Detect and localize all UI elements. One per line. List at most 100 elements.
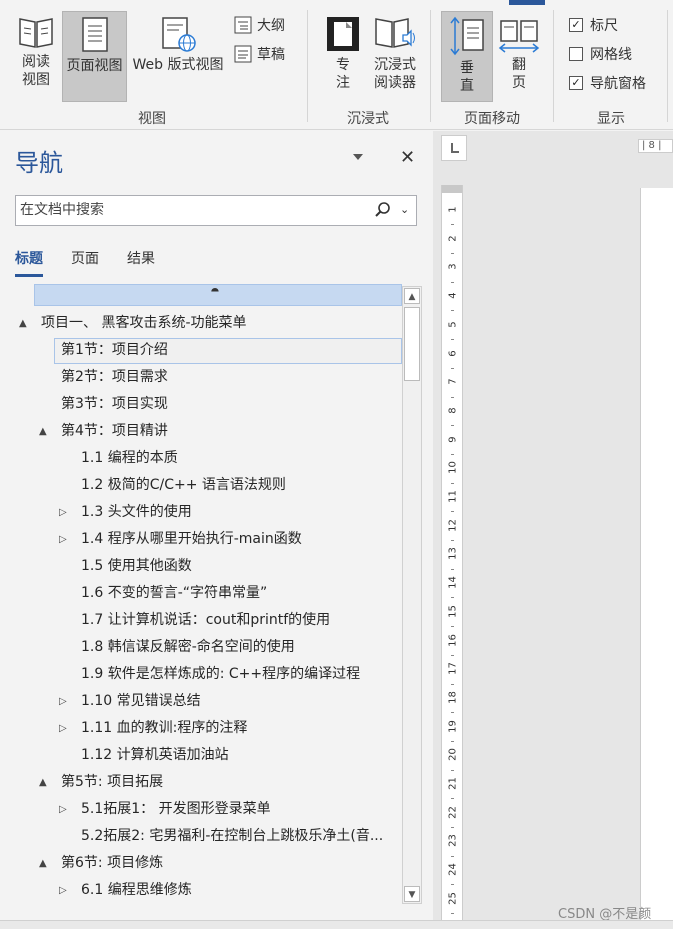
- scroll-thumb[interactable]: [404, 307, 420, 381]
- read-mode-button[interactable]: 阅读 视图: [12, 14, 60, 100]
- close-icon[interactable]: ✕: [400, 147, 415, 168]
- expand-icon[interactable]: ▷: [59, 796, 67, 823]
- tree-item[interactable]: ▲ 第6节: 项目修炼: [15, 850, 402, 877]
- tree-item[interactable]: 1.7 让计算机说话：cout和printf的使用: [15, 607, 402, 634]
- tree-item-label: 1.11 血的教训:程序的注释: [81, 720, 248, 736]
- draft-label: 草稿: [257, 47, 285, 63]
- focus-button[interactable]: 专 注: [322, 15, 364, 97]
- tree-item[interactable]: 1.2 极简的C/C++ 语言语法规则: [15, 472, 402, 499]
- group-divider: [307, 10, 308, 122]
- scrollbar[interactable]: ▲ ▼: [402, 286, 422, 904]
- nav-tabs: 标题 页面 结果: [15, 248, 155, 277]
- document-page[interactable]: [640, 188, 673, 920]
- ruler-tick: [451, 367, 454, 369]
- tree-item[interactable]: 第1节：项目介绍: [15, 337, 402, 364]
- tree-item[interactable]: 1.12 计算机英语加油站: [15, 742, 402, 769]
- collapse-icon[interactable]: ▲: [39, 850, 47, 877]
- tree-item[interactable]: ▷ 1.3 头文件的使用: [15, 499, 402, 526]
- ruler-tick: [451, 568, 454, 570]
- web-page-icon: [162, 17, 196, 52]
- expand-icon[interactable]: ▷: [59, 688, 67, 715]
- status-bar: [0, 920, 673, 929]
- search-input[interactable]: [20, 202, 360, 218]
- draft-button[interactable]: 草稿: [234, 44, 285, 64]
- horizontal-ruler: | 8 |: [638, 139, 673, 153]
- ruler-number: 13: [447, 547, 459, 561]
- tab-pages[interactable]: 页面: [71, 248, 99, 277]
- ruler-tick: [451, 482, 454, 484]
- ruler-checkbox[interactable]: ✓ 标尺: [569, 15, 618, 35]
- ruler-tick: [451, 339, 454, 341]
- collapse-all-bar[interactable]: ⯊: [34, 284, 402, 306]
- collapse-icon[interactable]: ▲: [19, 310, 27, 337]
- ruler-tick: [451, 281, 454, 283]
- tree-item[interactable]: 第3节：项目实现: [15, 391, 402, 418]
- tree-item[interactable]: ▷ 1.10 常见错误总结: [15, 688, 402, 715]
- ruler-number: 2: [447, 235, 459, 242]
- search-icon[interactable]: [374, 201, 392, 219]
- navigation-pane-checkbox[interactable]: ✓ 导航窗格: [569, 73, 646, 93]
- ruler-number: 18: [447, 691, 459, 704]
- expand-icon[interactable]: ▷: [59, 877, 67, 902]
- navigation-pane-label: 导航窗格: [590, 76, 646, 92]
- tree-item[interactable]: 1.8 韩信谋反解密-命名空间的使用: [15, 634, 402, 661]
- tree-item[interactable]: ▲ 第5节: 项目拓展: [15, 769, 402, 796]
- ruler-number: 17: [447, 662, 459, 676]
- search-box: ⌄: [15, 195, 417, 226]
- ruler-tick: [451, 453, 454, 455]
- ruler-number: 6: [447, 349, 459, 357]
- navigation-pane: 导航 ✕ ⌄ 标题 页面 结果 ⯊ ▲ 项目一、 黑客攻击系统-功能菜单第1节：项…: [0, 131, 433, 920]
- ruler-number: 3: [447, 263, 459, 271]
- tree-item[interactable]: 1.9 软件是怎样炼成的: C++程序的编译过程: [15, 661, 402, 688]
- tab-headings[interactable]: 标题: [15, 248, 43, 277]
- expand-icon[interactable]: ▷: [59, 499, 67, 526]
- expand-icon[interactable]: ▷: [59, 715, 67, 742]
- tree-item[interactable]: 第2节：项目需求: [15, 364, 402, 391]
- tree-item[interactable]: 1.1 编程的本质: [15, 445, 402, 472]
- tree-item[interactable]: ▷ 1.4 程序从哪里开始执行-main函数: [15, 526, 402, 553]
- side-to-side-button[interactable]: 翻 页: [497, 15, 541, 97]
- outline-button[interactable]: 大纲: [234, 15, 285, 35]
- ruler-tick: [451, 683, 454, 685]
- tree-item[interactable]: ▷ 1.11 血的教训:程序的注释: [15, 715, 402, 742]
- tab-results[interactable]: 结果: [127, 248, 155, 277]
- collapse-icon[interactable]: ▲: [39, 418, 47, 445]
- ruler-number: 19: [447, 719, 459, 733]
- chevron-down-icon[interactable]: ⌄: [400, 203, 409, 216]
- view-group-label: 视图: [138, 111, 166, 127]
- scroll-up-icon[interactable]: ▲: [404, 288, 420, 304]
- expand-icon[interactable]: ▷: [59, 526, 67, 553]
- scroll-down-icon[interactable]: ▼: [404, 886, 420, 902]
- tree-item[interactable]: ▲ 第4节：项目精讲: [15, 418, 402, 445]
- pane-options-icon[interactable]: [352, 151, 364, 163]
- ruler-tick: [451, 740, 454, 742]
- tree-item[interactable]: ▷ 5.1拓展1： 开发图形登录菜单: [15, 796, 402, 823]
- web-layout-button[interactable]: Web 版式视图: [128, 15, 228, 95]
- gridlines-label: 网格线: [590, 47, 632, 63]
- ruler-tick: [451, 253, 454, 255]
- read-mode-label: 阅读 视图: [22, 54, 50, 88]
- ruler-tick: [451, 540, 454, 542]
- side-to-side-label: 翻 页: [512, 57, 526, 91]
- tree-item[interactable]: ▲ 项目一、 黑客攻击系统-功能菜单: [15, 310, 402, 337]
- ruler-tick: [451, 626, 454, 628]
- focus-label: 专 注: [336, 57, 350, 91]
- web-layout-label: Web 版式视图: [132, 57, 224, 73]
- tree-item-label: 5.1拓展1： 开发图形登录菜单: [81, 801, 271, 817]
- vertical-button[interactable]: 垂 直: [441, 11, 493, 102]
- document-area: | 8 | 1 2 3 4 5 6 7 8 9 10 11 12 13 14 15 16 17 18 19 20 21 2…: [433, 131, 673, 920]
- tree-item[interactable]: ▷ 6.1 编程思维修炼: [15, 877, 402, 902]
- tree-item[interactable]: 5.2拓展2: 宅男福利-在控制台上跳极乐净土(音...: [15, 823, 402, 850]
- immersive-reader-button[interactable]: 沉浸式 阅读器: [368, 15, 422, 97]
- tree-item[interactable]: 1.5 使用其他函数: [15, 553, 402, 580]
- ruler-tick: [451, 913, 454, 915]
- ruler-tick: [451, 597, 454, 599]
- tree-item-label: 1.5 使用其他函数: [81, 558, 192, 574]
- gridlines-checkbox[interactable]: 网格线: [569, 44, 632, 64]
- collapse-icon[interactable]: ▲: [39, 769, 47, 796]
- tab-selector[interactable]: [441, 135, 467, 161]
- tree-item[interactable]: 1.6 不变的誓言-“字符串常量”: [15, 580, 402, 607]
- print-layout-button[interactable]: 页面视图: [62, 11, 127, 102]
- vertical-scroll-icon: [450, 16, 484, 56]
- tree-item-label: 1.12 计算机英语加油站: [81, 747, 229, 763]
